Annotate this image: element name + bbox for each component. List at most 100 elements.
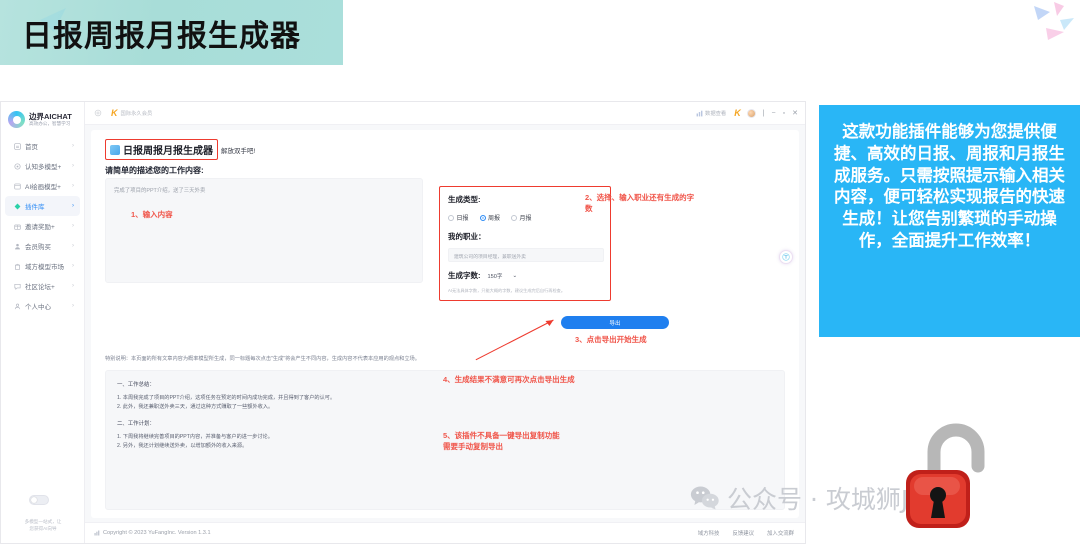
chevron-right-icon: › xyxy=(72,203,74,209)
brand-mark-icon xyxy=(8,111,25,128)
annotation-5: 5、该插件不具备一键导出复制功能 需要手动复制导出 xyxy=(443,430,560,453)
radio-label: 月报 xyxy=(519,216,532,222)
annotation-4: 4、生成结果不满意可再次点击导出生成 xyxy=(443,375,575,384)
sidebar-item-cognitive-models[interactable]: 认知多模型+ › xyxy=(5,156,80,176)
info-panel: 这款功能插件能够为您提供便捷、高效的日报、周报和月报生成服务。只需按照提示输入相… xyxy=(819,105,1080,337)
main-content: 日报周报月报生成器 解放双手吧! 请简单的描述您的工作内容: 完成了项目的PPT… xyxy=(85,125,805,522)
job-input[interactable]: 建筑公司的项目经理，兼职送外卖 xyxy=(448,248,604,262)
footer-link-group[interactable]: 加入交流群 xyxy=(767,529,794,537)
maximize-button[interactable]: ▫ xyxy=(783,110,785,117)
job-label-row: 我的职业： xyxy=(448,231,602,242)
chevron-right-icon: › xyxy=(72,163,74,169)
footer-link-feedback[interactable]: 反馈建议 xyxy=(732,529,754,537)
sidebar-item-label: 认知多模型+ xyxy=(25,164,62,171)
annotation-5-line-2: 需要手动复制导出 xyxy=(443,442,503,452)
word-count-value: 150字 xyxy=(487,274,503,280)
generation-type-radio-group: 日报 周报 月报 xyxy=(448,213,602,222)
radio-dot-icon xyxy=(448,214,454,221)
export-button[interactable]: 导出 xyxy=(561,316,669,329)
plugin-subtitle: 解放双手吧! xyxy=(221,147,256,155)
page-title-banner: 日报周报月报生成器 xyxy=(0,0,343,65)
chevron-right-icon: › xyxy=(72,303,74,309)
forum-icon xyxy=(14,283,21,290)
work-content-label: 请简单的描述您的工作内容: xyxy=(105,166,204,175)
minimize-button[interactable]: − xyxy=(772,110,776,117)
content-card: 日报周报月报生成器 解放双手吧! 请简单的描述您的工作内容: 完成了项目的PPT… xyxy=(91,130,799,518)
sidebar-item-community-forum[interactable]: 社区论坛+ › xyxy=(5,276,80,296)
chevron-right-icon: › xyxy=(72,243,74,249)
gift-icon xyxy=(14,224,21,230)
sidebar-item-label: 插件库 xyxy=(25,204,45,211)
radio-option-weekly[interactable]: 周报 xyxy=(479,213,501,222)
data-view-button[interactable]: 数据查看 xyxy=(696,109,726,117)
word-count-note: AI无法具体字数，只能大概的字数，建议生成完后自行再检查。 xyxy=(448,288,566,293)
result-section-2-title: 二、工作计划： xyxy=(117,421,155,428)
word-count-select[interactable]: 150字 ⌄ xyxy=(488,272,518,280)
sidebar-item-label: 首页 xyxy=(25,144,38,151)
user-icon xyxy=(14,303,21,309)
chart-small-icon xyxy=(94,530,100,536)
result-line: 2. 此外，我还兼职送外卖三天，通过这种方式赚取了一些额外收入。 xyxy=(117,404,274,411)
open-padlock-icon xyxy=(906,423,985,528)
k-badge-icon[interactable]: K xyxy=(734,108,741,118)
radio-label: 日报 xyxy=(456,216,469,222)
brand-name: 边界AICHAT xyxy=(29,111,72,121)
k-brand-text: 国际永久会员 xyxy=(120,111,153,117)
member-icon xyxy=(15,243,20,249)
sidebar-item-personal-center[interactable]: 个人中心 › xyxy=(5,296,80,316)
plugin-title-highlight-box: 日报周报月报生成器 xyxy=(105,139,218,160)
sidebar-item-plugin-library[interactable]: 插件库 › xyxy=(5,196,80,216)
sidebar-item-ai-painting[interactable]: AI绘画模型+ › xyxy=(5,176,80,196)
radio-label: 周报 xyxy=(488,216,501,222)
result-line: 1. 本周我完成了项目的PPT介绍，这项任务在预定的时间内成功完成，并且得到了客… xyxy=(117,395,336,401)
job-placeholder: 建筑公司的项目经理，兼职送外卖 xyxy=(454,255,526,260)
copyright-text: Copyright © 2023 YuFangInc. Version 1.3.… xyxy=(103,530,211,536)
model-icon xyxy=(14,162,21,170)
sidebar-footer: 多模型一站式，让 您获得AI向导 xyxy=(1,519,85,533)
plugin-header: 日报周报月报生成器 解放双手吧! xyxy=(105,139,255,160)
sidebar-item-membership[interactable]: 会员购买 › xyxy=(5,236,80,256)
partner-brand: K 国际永久会员 xyxy=(111,108,152,118)
help-floating-button[interactable] xyxy=(779,250,793,264)
page-title: 日报周报月报生成器 xyxy=(22,18,301,54)
sidebar-item-label: 社区论坛+ xyxy=(25,284,55,291)
sidebar-item-label: 会员购买 xyxy=(25,244,51,251)
radio-option-monthly[interactable]: 月报 xyxy=(511,213,532,222)
sidebar-item-label: 域方模型市场 xyxy=(25,264,64,271)
job-label: 我的职业： xyxy=(448,232,486,241)
app-topbar: K 国际永久会员 数据查看 K | − ▫ ✕ xyxy=(85,102,805,125)
sidebar-item-label: 个人中心 xyxy=(25,304,51,311)
app-footer: Copyright © 2023 YuFangInc. Version 1.3.… xyxy=(85,522,805,543)
chevron-down-icon: ⌄ xyxy=(512,273,518,279)
word-count-row: 生成字数: 150字 ⌄ xyxy=(448,270,517,281)
sidebar-item-label: 邀请奖励+ xyxy=(25,224,55,231)
close-button[interactable]: ✕ xyxy=(792,109,798,117)
brand-logo: 边界AICHAT 高效办公，智慧学习 xyxy=(1,102,84,136)
brand-tagline: 高效办公，智慧学习 xyxy=(29,121,71,127)
sidebar: 边界AICHAT 高效办公，智慧学习 首页 › 认知多模型+ › AI绘画模型+… xyxy=(1,102,85,543)
footer-link-company[interactable]: 域方科技 xyxy=(698,529,720,537)
gear-icon[interactable] xyxy=(94,109,102,117)
plugin-icon xyxy=(14,202,21,210)
work-content-placeholder: 完成了项目的PPT介绍，送了三天外卖 xyxy=(114,188,206,194)
avatar[interactable] xyxy=(746,108,756,118)
radio-option-daily[interactable]: 日报 xyxy=(448,213,469,222)
corner-decoration-icon xyxy=(1034,2,1074,40)
window-controls: | − ▫ ✕ xyxy=(762,109,798,118)
divider: | xyxy=(762,109,765,117)
plugin-app-icon xyxy=(110,144,120,155)
sidebar-footer-line-2: 您获得AI向导 xyxy=(29,526,57,532)
home-icon xyxy=(14,142,21,150)
chevron-right-icon: › xyxy=(72,283,74,289)
market-icon xyxy=(15,263,20,270)
theme-toggle-switch[interactable] xyxy=(29,495,49,505)
sidebar-item-model-market[interactable]: 域方模型市场 › xyxy=(5,256,80,276)
chevron-right-icon: › xyxy=(72,223,74,229)
sidebar-item-label: AI绘画模型+ xyxy=(25,184,61,191)
chevron-right-icon: › xyxy=(72,143,74,149)
sidebar-item-invite-reward[interactable]: 邀请奖励+ › xyxy=(5,216,80,236)
sidebar-item-home[interactable]: 首页 › xyxy=(5,136,80,156)
work-content-input[interactable]: 完成了项目的PPT介绍，送了三天外卖 xyxy=(105,178,423,283)
help-icon xyxy=(782,253,790,261)
copyright: Copyright © 2023 YuFangInc. Version 1.3.… xyxy=(94,530,211,536)
